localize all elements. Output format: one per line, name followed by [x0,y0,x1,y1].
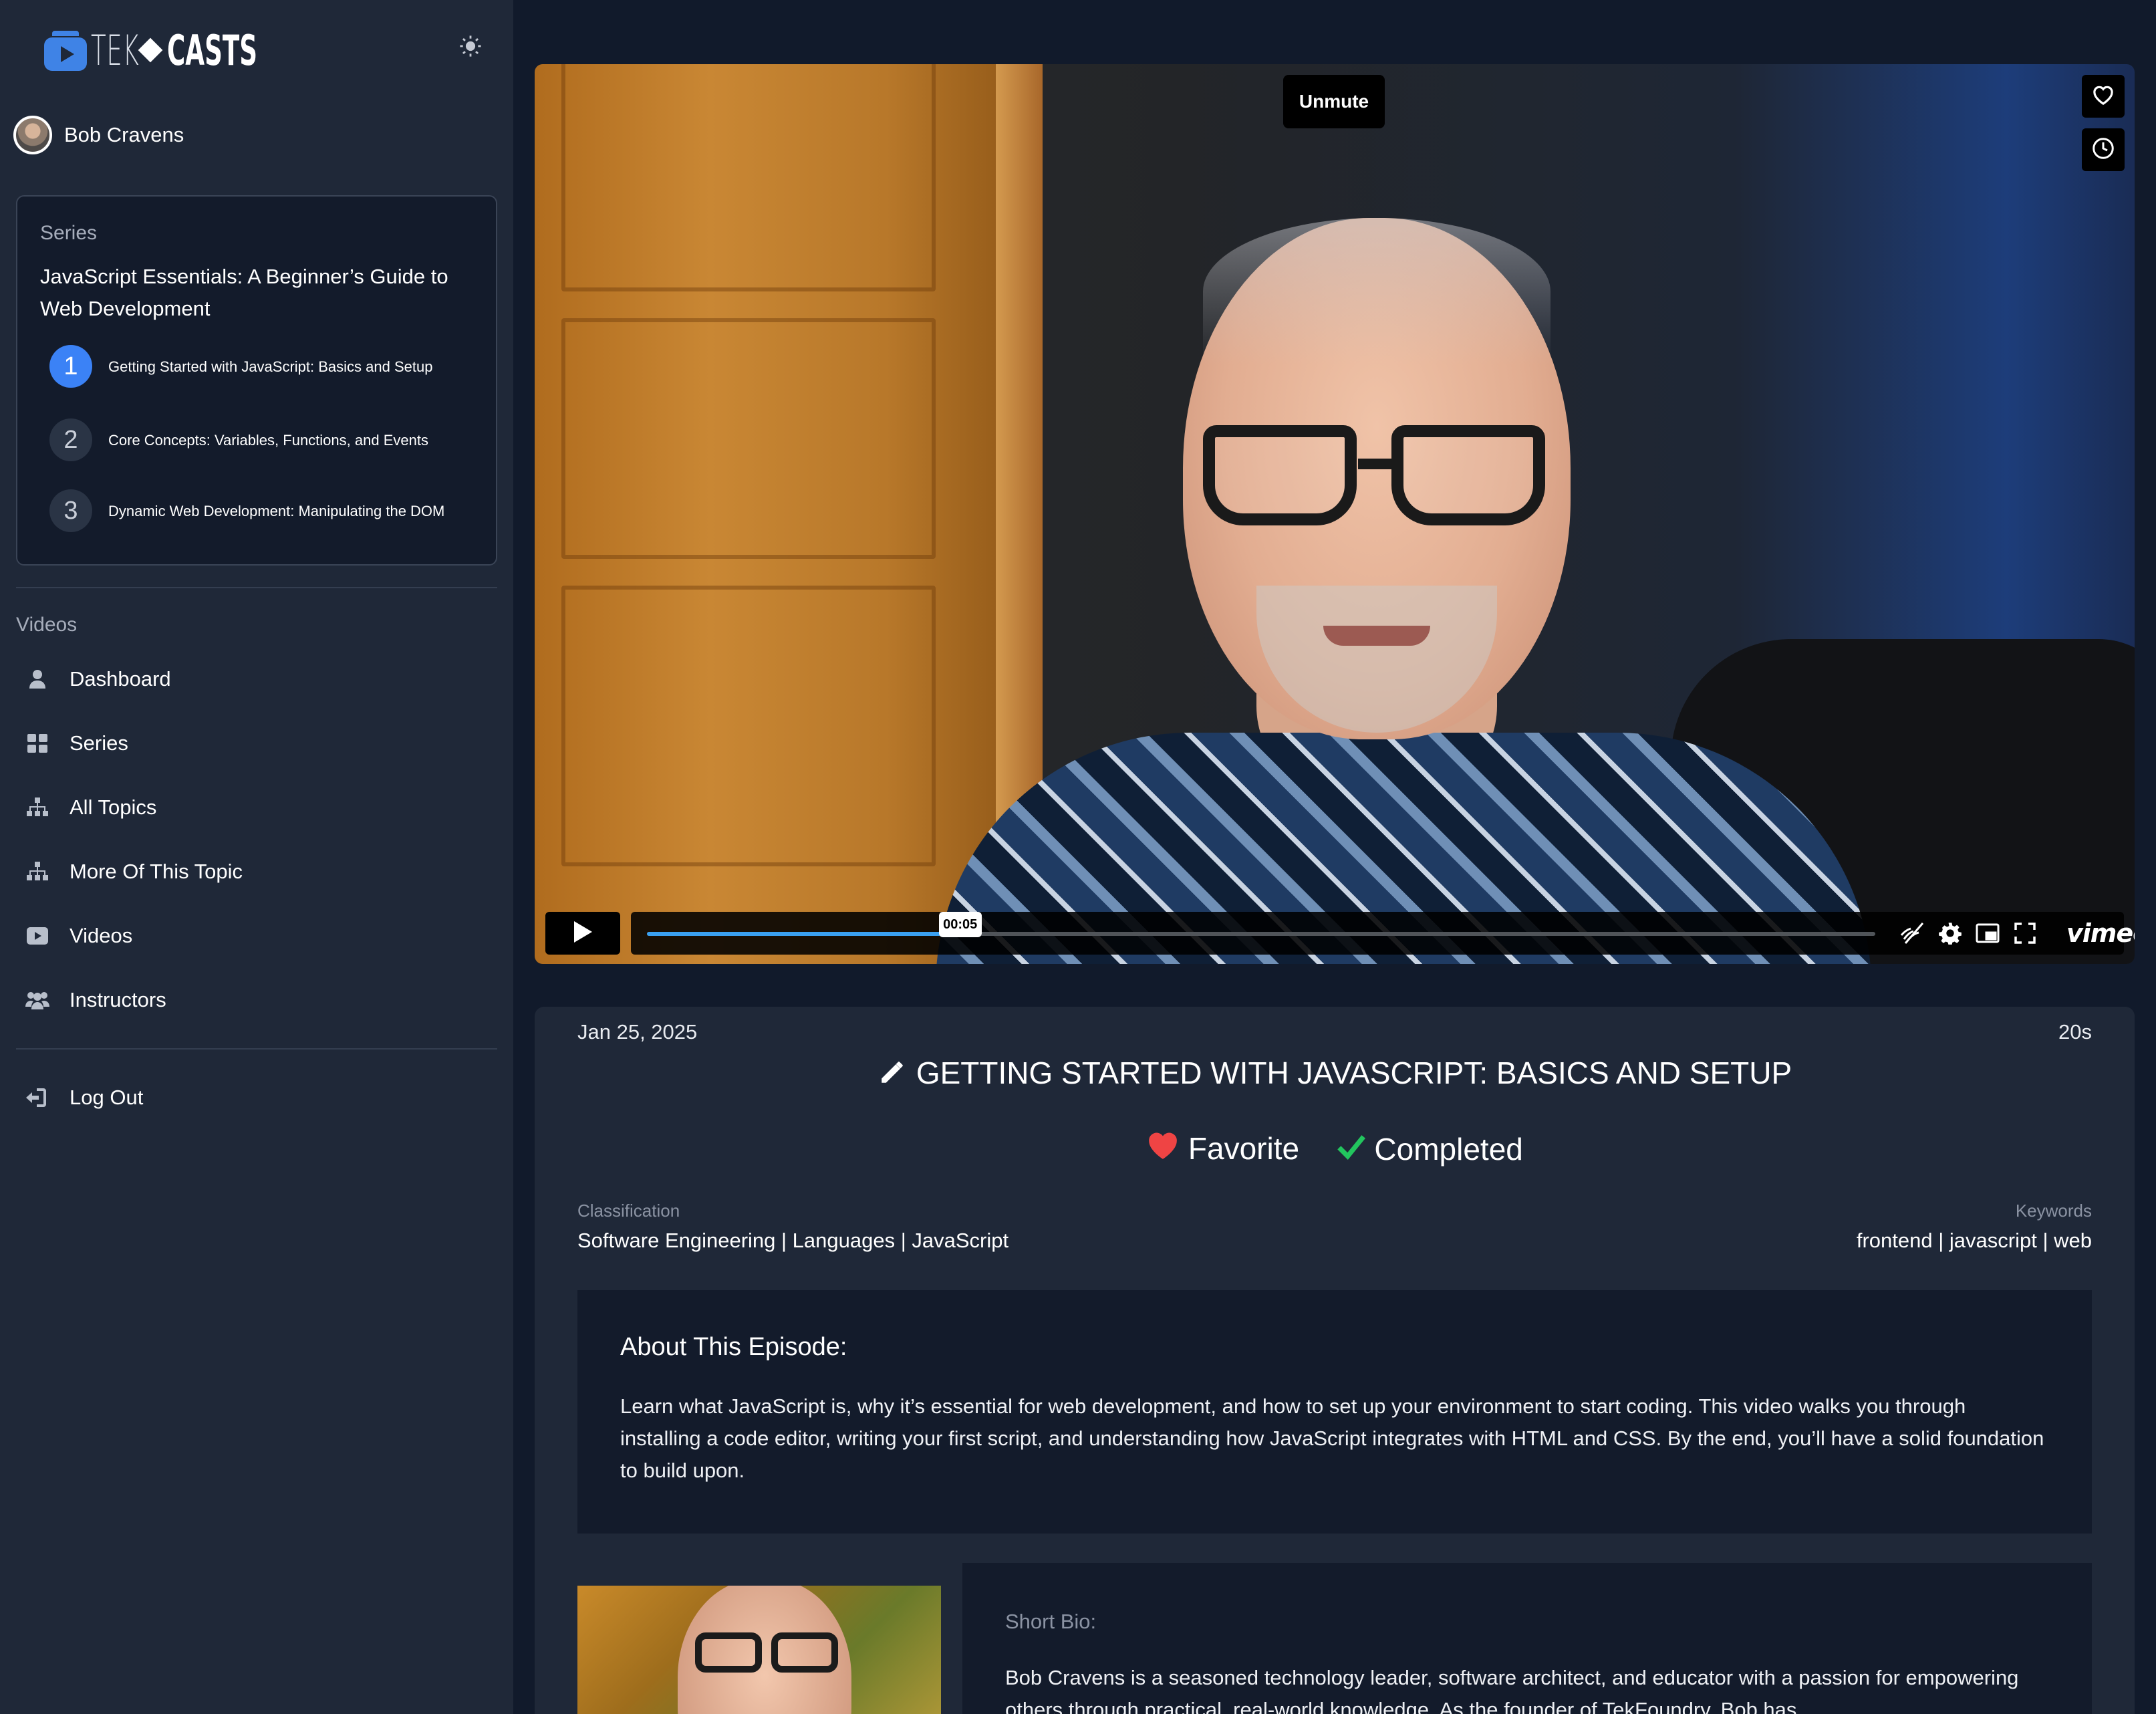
video-frame-glasses-right [1391,425,1545,525]
episode-title: Getting Started with JavaScript: Basics … [108,358,433,375]
user-name: Bob Cravens [64,123,184,146]
series-episode-2[interactable]: 2 Core Concepts: Variables, Functions, a… [49,418,477,461]
watch-later-button[interactable] [2082,128,2125,171]
nav-label: More Of This Topic [70,860,243,883]
nav-item-instructors[interactable]: Instructors [24,980,166,1020]
keywords-label: Keywords [2015,1201,2092,1221]
series-label: Series [40,222,98,244]
pencil-icon[interactable] [878,1058,907,1094]
instructor-photo [577,1586,941,1714]
keywords-value: frontend | javascript | web [1856,1229,2092,1252]
logout-icon [24,1084,51,1111]
logo-text-light: TEK [91,25,140,75]
nav-item-all-topics[interactable]: All Topics [24,787,156,828]
logo-text-bold: CASTS [167,25,258,75]
video-frame-glasses-bridge [1358,459,1398,469]
episode-details: Jan 25, 2025 20s GETTING STARTED WITH JA… [535,1007,2135,1714]
user-icon [24,666,51,693]
about-heading: About This Episode: [620,1333,847,1361]
logout-button[interactable]: Log Out [24,1078,143,1118]
episode-number: 3 [49,489,92,532]
series-episode-1[interactable]: 1 Getting Started with JavaScript: Basic… [49,345,477,388]
favorite-label: Favorite [1188,1131,1300,1167]
grid-icon [24,730,51,757]
user-profile[interactable]: Bob Cravens [13,115,184,155]
sitemap-icon [24,858,51,885]
video-player[interactable]: Unmute 00:05 vime [535,64,2135,964]
about-episode-section: About This Episode: Learn what JavaScrip… [577,1290,2092,1534]
video-frame-door [535,64,1036,964]
sitemap-icon [24,794,51,821]
sun-icon[interactable] [457,35,484,62]
completed-toggle[interactable]: Completed [1337,1128,1523,1167]
episode-number: 2 [49,418,92,461]
nav-section-label: Videos [16,614,78,636]
heart-filled-icon [1146,1130,1180,1168]
video-frame-glasses-left [1203,425,1357,525]
bio-label: Short Bio: [1005,1610,1097,1633]
episode-title: Core Concepts: Variables, Functions, and… [108,431,428,449]
play-icon [573,921,593,947]
users-icon [24,987,51,1013]
tv-logo-icon [44,31,87,71]
nav-label: Dashboard [70,667,171,691]
like-button[interactable] [2082,75,2125,118]
control-bar: 00:05 vimeo [631,912,2135,955]
bio-text: Bob Cravens is a seasoned technology lea… [1005,1666,2019,1714]
nav-item-dashboard[interactable]: Dashboard [24,659,171,699]
player-controls: 00:05 vimeo [545,912,2135,955]
series-episode-3[interactable]: 3 Dynamic Web Development: Manipulating … [49,489,477,532]
nav-label: Log Out [70,1086,144,1109]
episode-duration: 20s [2058,1020,2092,1044]
video-frame-hair [1203,218,1551,365]
classification-label: Classification [577,1201,680,1221]
app-logo[interactable]: TEK CASTS [44,24,258,76]
favorite-toggle[interactable]: Favorite [1146,1128,1299,1167]
nav-label: Videos [70,924,133,947]
vimeo-logo[interactable]: vimeo [2066,919,2135,948]
episode-title: Dynamic Web Development: Manipulating th… [108,502,445,519]
series-card: Series JavaScript Essentials: A Beginner… [16,195,497,566]
diamond-icon [138,37,163,63]
play-button[interactable] [545,912,620,955]
captions-off-icon[interactable] [1899,920,1926,947]
nav-item-series[interactable]: Series [24,723,128,763]
nav-label: Series [70,731,128,755]
about-text: Learn what JavaScript is, why it’s essen… [620,1394,2044,1482]
checkmark-icon [1337,1131,1366,1167]
divider [16,1048,497,1050]
nav-item-videos[interactable]: Videos [24,916,132,956]
divider [16,587,497,588]
settings-gear-icon[interactable] [1937,920,1964,947]
nav-item-more-of-this-topic[interactable]: More Of This Topic [24,852,243,892]
progress-track[interactable]: 00:05 [647,912,1875,937]
instructor-bio: Short Bio: Bob Cravens is a seasoned tec… [962,1563,2092,1714]
episode-title-heading: GETTING STARTED WITH JAVASCRIPT: BASICS … [535,1055,2135,1094]
clock-icon [2091,136,2115,164]
episode-status: Favorite Completed [535,1127,2135,1168]
video-icon [24,923,51,949]
nav-label: Instructors [70,988,166,1011]
classification-value: Software Engineering | Languages | JavaS… [577,1229,1009,1252]
progress-fill [647,932,960,936]
picture-in-picture-icon[interactable] [1974,920,2001,947]
series-title[interactable]: JavaScript Essentials: A Beginner’s Guid… [40,261,475,325]
page-title: GETTING STARTED WITH JAVASCRIPT: BASICS … [916,1056,1792,1090]
nav-label: All Topics [70,795,157,819]
completed-label: Completed [1374,1131,1523,1167]
unmute-button[interactable]: Unmute [1283,75,1385,128]
avatar [13,116,52,154]
episode-date: Jan 25, 2025 [577,1020,698,1044]
video-frame-mouth [1323,626,1430,646]
sidebar: TEK CASTS Bob Cravens Series JavaScript … [0,0,513,1714]
fullscreen-icon[interactable] [2012,920,2038,947]
current-time-tooltip: 00:05 [938,912,982,937]
heart-icon [2091,84,2115,109]
episode-number: 1 [49,345,92,388]
